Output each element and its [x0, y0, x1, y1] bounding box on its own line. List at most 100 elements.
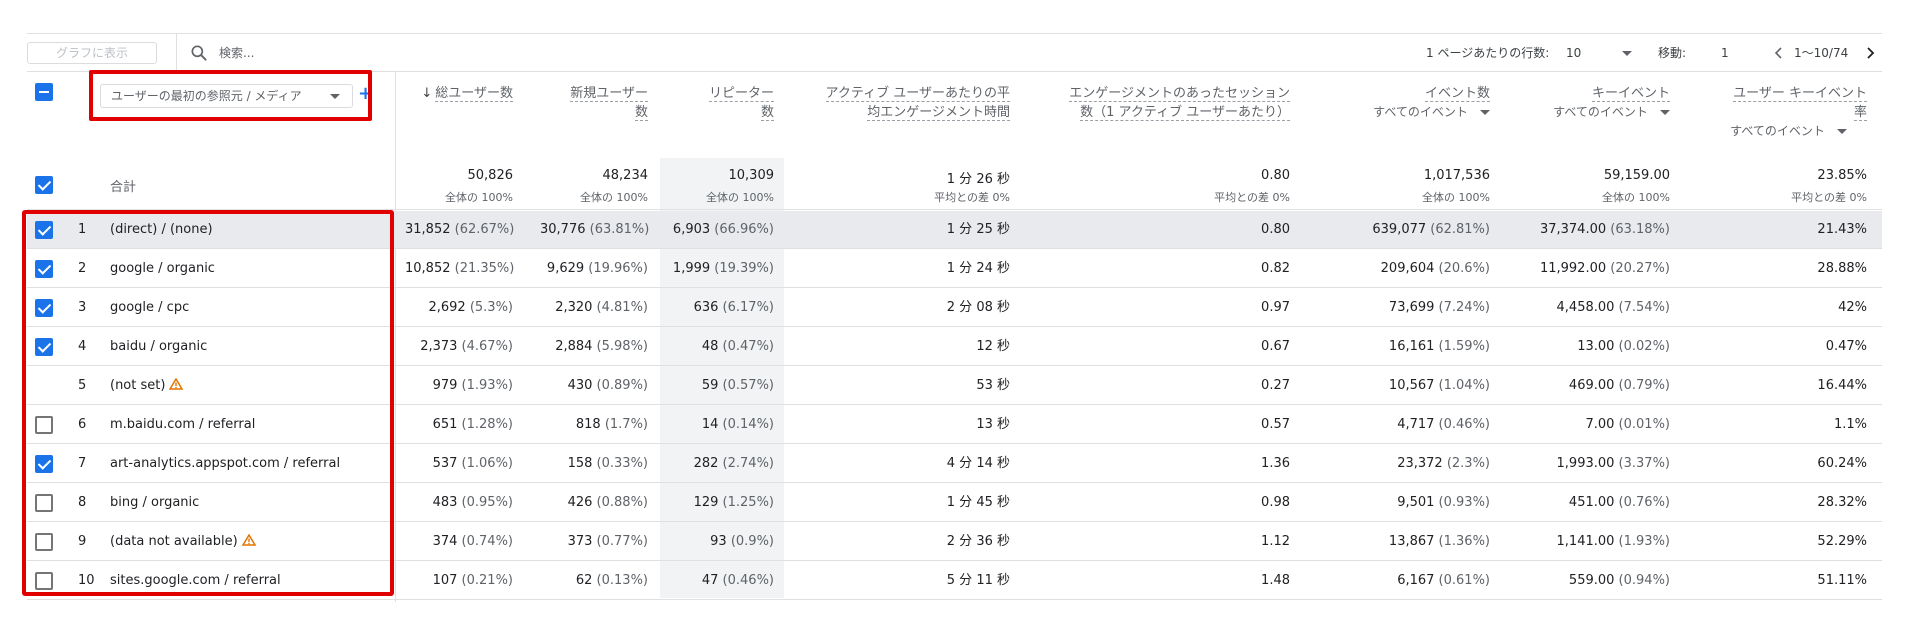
- totals-key-events: 59,159.00: [1603, 168, 1670, 183]
- cell-events-value: 639,077: [1372, 222, 1427, 237]
- cell-new-users: 62 (0.13%): [540, 562, 648, 600]
- cell-engagement: 5 分 11 秒: [790, 562, 1010, 600]
- cell-new-users-percent: (1.7%): [600, 417, 648, 432]
- cell-engagement-value: 2 分 36 秒: [946, 534, 1010, 549]
- header-key-events-filter[interactable]: すべてのイベント: [1553, 105, 1648, 119]
- select-all-checkbox[interactable]: [35, 83, 53, 101]
- header-engagement-time[interactable]: アクティブ ユーザーあたりの平 均エンゲージメント時間: [790, 84, 1010, 122]
- cell-engagement-value: 53 秒: [976, 378, 1010, 393]
- cell-repeaters-value: 1,999: [672, 261, 711, 276]
- cell-new-users-percent: (0.88%): [592, 495, 648, 510]
- totals-checkbox[interactable]: [35, 176, 53, 194]
- rows-per-page-select[interactable]: 10: [1566, 34, 1636, 72]
- header-new-users-line2: 数: [634, 105, 648, 121]
- cell-engagement: 2 分 36 秒: [790, 523, 1010, 561]
- cell-new-users-value: 9,629: [546, 261, 585, 276]
- cell-new-users-percent: (63.81%): [585, 222, 650, 237]
- totals-events-sub: 全体の 100%: [1422, 191, 1490, 204]
- cell-key-events: 13.00 (0.02%): [1520, 328, 1670, 366]
- cell-repeaters: 1,999 (19.39%): [670, 250, 774, 288]
- cell-rate: 0.47%: [1700, 328, 1867, 366]
- header-total-users-label: 総ユーザー数: [435, 86, 513, 102]
- cell-rate-value: 52.29%: [1817, 534, 1867, 549]
- header-user-key-event-rate[interactable]: ユーザー キーイベント 率 すべてのイベント: [1700, 84, 1867, 141]
- cell-total-users-value: 10,852: [405, 261, 451, 276]
- goto-input[interactable]: 1: [1721, 34, 1751, 72]
- show-in-graph-button[interactable]: グラフに表示: [27, 42, 157, 64]
- cell-repeaters-percent: (1.25%): [718, 495, 774, 510]
- cell-sessions-value: 1.48: [1261, 573, 1290, 588]
- cell-sessions-value: 0.97: [1261, 300, 1290, 315]
- cell-rate-value: 21.43%: [1817, 222, 1867, 237]
- cell-key-events: 451.00 (0.76%): [1520, 484, 1670, 522]
- header-key-events[interactable]: キーイベント すべてのイベント: [1520, 84, 1670, 122]
- cell-new-users: 373 (0.77%): [540, 523, 648, 561]
- cell-new-users-percent: (19.96%): [584, 261, 648, 276]
- cell-total-users-percent: (4.67%): [457, 339, 513, 354]
- header-repeaters[interactable]: リピーター 数: [670, 84, 774, 122]
- search-input[interactable]: [219, 43, 519, 63]
- header-events-filter[interactable]: すべてのイベント: [1373, 105, 1468, 119]
- cell-total-users-percent: (0.21%): [457, 573, 513, 588]
- totals-total-users-sub: 全体の 100%: [445, 191, 513, 204]
- cell-total-users: 483 (0.95%): [405, 484, 513, 522]
- cell-key-events-percent: (63.18%): [1606, 222, 1670, 237]
- cell-events: 4,717 (0.46%): [1330, 406, 1490, 444]
- cell-events-percent: (1.59%): [1434, 339, 1490, 354]
- cell-sessions: 1.36: [1030, 445, 1290, 483]
- header-total-users[interactable]: ↓ 総ユーザー数: [405, 84, 513, 103]
- cell-rate: 52.29%: [1700, 523, 1867, 561]
- cell-total-users: 537 (1.06%): [405, 445, 513, 483]
- search-icon: [191, 45, 207, 61]
- cell-key-events-value: 37,374.00: [1539, 222, 1607, 237]
- highlight-box-rows: [22, 210, 394, 596]
- cell-repeaters: 6,903 (66.96%): [670, 211, 774, 249]
- header-engaged-sessions[interactable]: エンゲージメントのあったセッション 数（1 アクティブ ユーザーあたり）: [1030, 84, 1290, 122]
- cell-rate: 1.1%: [1700, 406, 1867, 444]
- cell-repeaters: 14 (0.14%): [670, 406, 774, 444]
- cell-total-users-percent: (62.67%): [450, 222, 515, 237]
- cell-new-users-value: 30,776: [540, 222, 586, 237]
- header-events[interactable]: イベント数 すべてのイベント: [1330, 84, 1490, 122]
- header-engagement-line1: アクティブ ユーザーあたりの平: [825, 86, 1010, 102]
- cell-new-users-percent: (5.98%): [592, 339, 648, 354]
- cell-key-events-percent: (0.01%): [1614, 417, 1670, 432]
- cell-new-users-percent: (0.77%): [592, 534, 648, 549]
- cell-events: 6,167 (0.61%): [1330, 562, 1490, 600]
- cell-new-users-value: 2,320: [555, 300, 593, 315]
- cell-events-percent: (0.61%): [1434, 573, 1490, 588]
- cell-new-users-value: 62: [575, 573, 593, 588]
- cell-total-users-value: 2,373: [420, 339, 458, 354]
- cell-total-users-value: 979: [432, 378, 458, 393]
- header-repeaters-line1: リピーター: [708, 86, 774, 102]
- cell-engagement: 53 秒: [790, 367, 1010, 405]
- cell-events-value: 9,501: [1397, 495, 1435, 510]
- cell-engagement-value: 1 分 25 秒: [946, 222, 1010, 237]
- cell-sessions: 0.82: [1030, 250, 1290, 288]
- cell-events-percent: (20.6%): [1434, 261, 1490, 276]
- cell-events: 209,604 (20.6%): [1330, 250, 1490, 288]
- cell-new-users-percent: (4.81%): [592, 300, 648, 315]
- cell-key-events: 1,993.00 (3.37%): [1520, 445, 1670, 483]
- cell-key-events-value: 1,141.00: [1556, 534, 1615, 549]
- cell-key-events-percent: (20.27%): [1606, 261, 1670, 276]
- page-range: 1～10/74: [1794, 46, 1849, 60]
- cell-key-events-value: 451.00: [1568, 495, 1615, 510]
- header-rate-filter[interactable]: すべてのイベント: [1730, 124, 1825, 138]
- rows-per-page-value: 10: [1566, 46, 1582, 60]
- cell-repeaters-percent: (0.46%): [718, 573, 774, 588]
- cell-engagement: 4 分 14 秒: [790, 445, 1010, 483]
- cell-rate: 16.44%: [1700, 367, 1867, 405]
- cell-total-users: 374 (0.74%): [405, 523, 513, 561]
- cell-rate-value: 0.47%: [1825, 339, 1867, 354]
- cell-new-users-percent: (0.13%): [592, 573, 648, 588]
- cell-events-percent: (62.81%): [1426, 222, 1490, 237]
- cell-repeaters-percent: (66.96%): [710, 222, 774, 237]
- cell-repeaters: 48 (0.47%): [670, 328, 774, 366]
- cell-repeaters-value: 636: [693, 300, 719, 315]
- cell-total-users-percent: (5.3%): [465, 300, 513, 315]
- chevron-right-icon[interactable]: [1863, 46, 1877, 60]
- chevron-left-icon[interactable]: [1772, 46, 1786, 60]
- cell-total-users: 651 (1.28%): [405, 406, 513, 444]
- header-new-users[interactable]: 新規ユーザー 数: [540, 84, 648, 122]
